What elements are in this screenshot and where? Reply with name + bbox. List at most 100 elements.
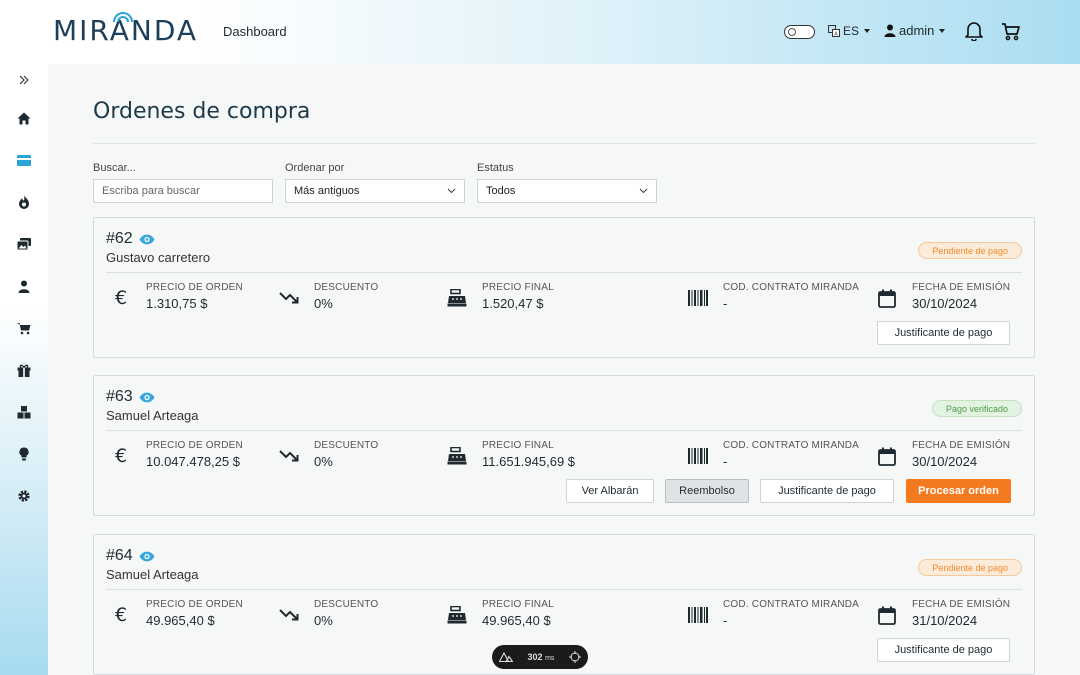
eye-icon[interactable] [139,234,155,245]
final-price-label: PRECIO FINAL [482,599,554,610]
final-price-field: PRECIO FINAL 49.965,40 $ [446,599,554,628]
status-badge: Pago verificado [931,400,1022,417]
search-filter: Buscar... [93,162,273,203]
process-order-button[interactable]: Procesar orden [906,479,1011,503]
view-delivery-note-button[interactable]: Ver Albarán [566,479,654,503]
final-price-label: PRECIO FINAL [482,440,554,451]
issue-date-field: FECHA DE EMISIÓN 31/10/2024 [876,599,1010,628]
contract-code-field: COD. CONTRATO MIRANDA - [687,599,859,628]
cash-register-icon [446,287,468,309]
lightbulb-icon[interactable] [16,446,32,462]
final-price-value: 11.651.945,69 $ [482,454,576,469]
discount-label: DESCUENTO [314,282,379,293]
refund-button[interactable]: Reembolso [665,479,749,503]
final-price-field: PRECIO FINAL 1.520,47 $ [446,282,554,311]
target-icon [568,651,581,663]
theme-toggle[interactable] [784,25,815,39]
discount-field: DESCUENTO 0% [278,282,378,311]
order-price-field: € PRECIO DE ORDEN 1.310,75 $ [110,282,243,311]
status-filter: Estatus Todos [477,162,657,203]
final-price-label: PRECIO FINAL [482,282,554,293]
barcode-icon [687,604,709,626]
order-number: #63 [106,388,155,406]
barcode-icon [687,287,709,309]
chevron-down-icon [864,29,871,33]
issue-date-field: FECHA DE EMISIÓN 30/10/2024 [876,282,1010,311]
cash-register-icon [446,604,468,626]
final-price-field: PRECIO FINAL 11.651.945,69 $ [446,440,575,469]
svg-text:A: A [834,32,838,38]
issue-date-value: 31/10/2024 [912,613,978,628]
order-price-label: PRECIO DE ORDEN [146,282,243,293]
home-icon[interactable] [16,110,32,126]
final-price-value: 49.965,40 $ [482,613,551,628]
order-number-text: #64 [106,547,133,564]
sort-label: Ordenar por [285,162,345,174]
user-menu[interactable]: admin [884,23,946,38]
discount-field: DESCUENTO 0% [278,440,378,469]
status-select[interactable]: Todos [477,179,657,203]
card-icon[interactable] [16,152,32,168]
customer-name: Samuel Arteaga [106,567,199,582]
gift-icon[interactable] [16,362,32,378]
order-number: #62 [106,230,155,248]
customer-name: Gustavo carretero [106,250,211,265]
payment-receipt-button[interactable]: Justificante de pago [877,321,1010,345]
status-badge: Pendiente de pago [918,242,1022,259]
discount-label: DESCUENTO [314,599,379,610]
nuxt-icon [499,652,514,662]
cash-register-icon [446,445,468,467]
boxes-icon[interactable] [16,404,32,420]
eye-icon[interactable] [139,551,155,562]
language-selector[interactable]: A ES [828,24,871,38]
calendar-icon [876,445,898,467]
sort-filter: Ordenar por Más antiguos [285,162,465,203]
cart-icon[interactable] [1001,22,1020,41]
chevron-down-icon [939,28,946,33]
sort-value: Más antiguos [294,185,360,197]
bell-icon[interactable] [965,21,983,41]
sort-select[interactable]: Más antiguos [285,179,465,203]
contract-code-value: - [723,613,728,628]
chevron-down-icon [447,188,456,194]
search-input[interactable] [93,179,273,203]
logo-signal-icon [113,12,133,23]
contract-code-label: COD. CONTRATO MIRANDA [723,282,860,293]
order-number-text: #62 [106,230,133,247]
payment-receipt-button[interactable]: Justificante de pago [877,638,1010,662]
dev-toolbar[interactable]: 302 ms [492,645,588,669]
sidebar [0,64,48,675]
order-price-field: € PRECIO DE ORDEN 49.965,40 $ [110,599,243,628]
user-icon[interactable] [16,278,32,294]
eye-icon[interactable] [139,392,155,403]
discount-field: DESCUENTO 0% [278,599,378,628]
issue-date-label: FECHA DE EMISIÓN [912,599,1011,610]
expand-icon[interactable] [16,72,32,88]
discount-label: DESCUENTO [314,440,379,451]
render-time: 302 ms [527,652,555,662]
contract-code-value: - [723,454,728,469]
search-label: Buscar... [93,162,136,174]
status-badge: Pendiente de pago [918,559,1022,576]
order-price-label: PRECIO DE ORDEN [146,599,243,610]
page-title: Ordenes de compra [93,99,311,124]
trend-down-icon [278,445,300,467]
barcode-icon [687,445,709,467]
nav-dashboard-link[interactable]: Dashboard [223,24,287,39]
chevron-down-icon [639,188,648,194]
euro-icon: € [114,445,128,467]
gear-icon[interactable] [16,488,32,504]
issue-date-field: FECHA DE EMISIÓN 30/10/2024 [876,440,1010,469]
miranda-logo[interactable]: MIRANDA [53,12,198,48]
order-card: #63 Samuel Arteaga Pago verificado € PRE… [93,375,1035,516]
fire-icon[interactable] [16,194,32,210]
trend-down-icon [278,604,300,626]
payment-receipt-button[interactable]: Justificante de pago [760,479,894,503]
trend-down-icon [278,287,300,309]
order-price-value: 49.965,40 $ [146,613,215,628]
order-number-text: #63 [106,388,133,405]
images-icon[interactable] [16,236,32,252]
cart-icon[interactable] [16,320,32,336]
divider [106,430,1022,431]
status-label: Estatus [477,162,514,174]
